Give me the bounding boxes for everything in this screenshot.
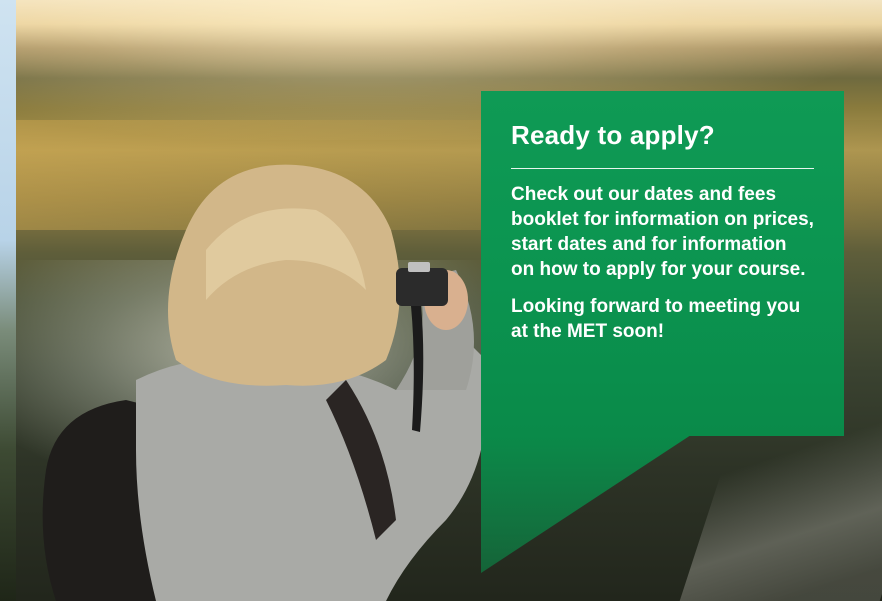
previous-page-edge — [0, 0, 16, 601]
camera-top — [408, 262, 430, 272]
camera-body — [396, 268, 448, 306]
panel-title: Ready to apply? — [511, 120, 715, 150]
panel-divider — [511, 168, 814, 169]
panel-tail — [481, 435, 691, 573]
panel-closing-text: Looking forward to meeting you at the ME… — [511, 296, 801, 342]
panel-body-text: Check out our dates and fees booklet for… — [511, 184, 814, 280]
panel-tail-shape — [481, 435, 691, 573]
brochure-page: Ready to apply? Check out our dates and … — [0, 0, 882, 601]
blonde-hair — [168, 164, 400, 386]
apply-info-panel: Ready to apply? Check out our dates and … — [481, 91, 844, 436]
